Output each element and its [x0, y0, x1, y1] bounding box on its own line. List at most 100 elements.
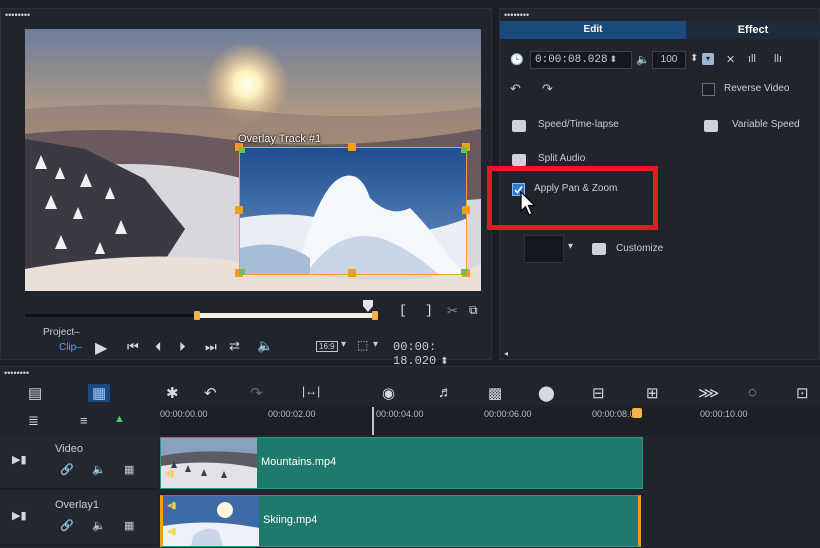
auto-music-icon[interactable]: ▩ [488, 384, 502, 402]
redo-icon[interactable]: ↷ [250, 384, 263, 402]
project-label-text: Project [43, 327, 75, 338]
customize-icon[interactable] [592, 243, 606, 255]
clip-label-text: Clip [59, 342, 77, 353]
trim-start-handle[interactable] [194, 311, 200, 320]
chevron-down-icon[interactable]: ▾ [373, 339, 378, 350]
add-track-icon[interactable]: ≡ [80, 413, 88, 428]
ruler-tick: 00:00:10.00 [700, 409, 748, 419]
track-headers: ▶▮ Video 🔗 🔈 ▦ ▶▮ Overlay1 🔗 🔈 ▦ [0, 435, 158, 548]
record-capture-icon[interactable]: ◉ [382, 384, 395, 402]
ripple-edit-icon[interactable]: ▲ [114, 413, 125, 425]
panel-grip[interactable]: •••••••• [504, 11, 529, 20]
corner-handle[interactable] [239, 269, 245, 275]
track-name: Overlay1 [55, 499, 100, 511]
multi-camera-icon[interactable]: ⊞ [646, 384, 659, 402]
volume-icon[interactable]: 🔈 [92, 463, 106, 476]
resize-handle[interactable] [235, 206, 243, 214]
tab-effect[interactable]: Effect [686, 21, 820, 39]
highlight-box [487, 166, 658, 230]
ruler-tick: 00:00:00.00 [160, 409, 208, 419]
next-frame-icon[interactable]: ⏵ [179, 339, 186, 355]
variable-speed-button[interactable]: Variable Speed [732, 119, 800, 130]
chevron-down-icon[interactable]: ▾ [341, 339, 346, 350]
timecode-field[interactable]: 00:00: 18.020 ⬍ [393, 340, 483, 368]
split-clip-icon[interactable]: ✂ [447, 303, 458, 319]
panel-grip[interactable]: •••••••• [4, 369, 29, 378]
corner-handle[interactable] [461, 147, 467, 153]
corner-handle[interactable] [239, 147, 245, 153]
playhead-marker-icon[interactable] [632, 408, 642, 418]
timeline-view-icon[interactable]: ▦ [88, 384, 111, 402]
customize-button[interactable]: Customize [616, 243, 663, 254]
panel-grip[interactable]: •••••••• [5, 11, 30, 20]
link-icon[interactable]: 🔗 [60, 519, 74, 532]
tools-icon[interactable]: ✱ [166, 384, 179, 402]
video-track-header[interactable]: ▶▮ Video 🔗 🔈 ▦ [0, 435, 158, 489]
go-to-end-icon[interactable]: ⏭ [205, 339, 217, 355]
fade-out-icon[interactable]: llı [774, 53, 782, 65]
duration-field[interactable]: 0:00:08.028 ⬍ [530, 51, 632, 69]
play-icon[interactable]: ▶ [95, 338, 107, 358]
fade-in-icon[interactable]: ıll [748, 53, 756, 65]
time-remapping-icon[interactable]: ⋙ [698, 384, 719, 402]
copy-icon[interactable]: ⧉ [469, 303, 478, 318]
volume-stepper[interactable]: ⬍ [690, 53, 698, 64]
resize-handle[interactable] [348, 269, 356, 277]
overlay-track-header[interactable]: ▶▮ Overlay1 🔗 🔈 ▦ [0, 491, 158, 545]
volume-dropdown-icon[interactable]: ▾ [702, 53, 714, 65]
rotate-left-icon[interactable]: ↶ [510, 81, 521, 97]
aspect-ratio-button[interactable]: 16:9 [316, 341, 338, 352]
playhead-line[interactable] [372, 407, 374, 435]
resize-handle[interactable] [462, 206, 470, 214]
preset-dropdown-icon[interactable]: ▾ [568, 241, 573, 252]
subtitle-editor-icon[interactable]: ⊟ [592, 384, 605, 402]
grid-icon[interactable]: ▦ [124, 463, 134, 476]
track-manager-icon[interactable]: ≣ [28, 413, 39, 429]
tab-edit[interactable]: Edit [500, 21, 686, 39]
clip-mode-label[interactable]: Clip– [59, 342, 82, 353]
link-icon[interactable]: 🔗 [60, 463, 74, 476]
volume-icon[interactable]: 🔈 [257, 338, 273, 354]
corner-handle[interactable] [461, 269, 467, 275]
mark-out-button[interactable]: ] [425, 303, 433, 318]
split-audio-icon[interactable] [512, 154, 526, 166]
volume-input[interactable]: 100 [652, 51, 686, 69]
speed-timelapse-icon[interactable] [512, 120, 526, 132]
storyboard-view-icon[interactable]: ▤ [28, 384, 42, 402]
variable-speed-icon[interactable] [704, 120, 718, 132]
rotate-right-icon[interactable]: ↷ [542, 81, 553, 97]
stepper-icon[interactable]: ⬍ [610, 55, 618, 65]
volume-icon[interactable]: 🔈 [92, 519, 106, 532]
timeline-ruler[interactable]: 00:00:00.00 00:00:02.00 00:00:04.00 00:0… [160, 407, 820, 435]
clip-thumbnail [163, 496, 259, 546]
undo-icon[interactable]: ↶ [204, 384, 217, 402]
overlay-clip[interactable]: ◂▮ ◂▮ Skiing.mp4 [160, 495, 641, 547]
resize-mode-icon[interactable]: ⬚ [357, 338, 368, 352]
video-editor-window: •••••••• Overlay Track #1 [] ✂ ⧉ Projec… [0, 0, 820, 548]
motion-tracking-icon[interactable]: ⬤ [538, 384, 555, 402]
resize-handle[interactable] [348, 143, 356, 151]
overlay-track-frame[interactable] [239, 147, 467, 275]
mark-in-button[interactable]: [ [399, 303, 407, 318]
grid-icon[interactable]: ▦ [124, 519, 134, 532]
playhead-icon[interactable] [363, 300, 373, 314]
trim-selection[interactable] [196, 313, 376, 318]
reverse-video-checkbox[interactable] [702, 83, 715, 96]
ruler-tick: 00:00:06.00 [484, 409, 532, 419]
split-audio-button[interactable]: Split Audio [538, 153, 585, 164]
repeat-icon[interactable]: ⇄ [229, 338, 240, 354]
pan-zoom-icon[interactable]: ⊡ [796, 384, 809, 402]
video-clip[interactable]: ◂▮ Mountains.mp4 [160, 437, 643, 489]
collapse-panel-icon[interactable]: ◂ [504, 349, 508, 358]
speed-timelapse-button[interactable]: Speed/Time-lapse [538, 119, 619, 130]
sound-mixer-icon[interactable]: ♬ [438, 384, 453, 401]
preview-canvas[interactable]: Overlay Track #1 [25, 29, 481, 291]
mask-creator-icon[interactable]: ◌ [748, 384, 757, 401]
audio-indicator-icon: ◂▮ [165, 468, 175, 478]
fit-timeline-icon[interactable]: |↔| [302, 384, 320, 398]
go-to-start-icon[interactable]: ⏮ [127, 339, 139, 355]
project-mode-label[interactable]: Project– [43, 327, 80, 338]
pan-zoom-preset-thumbnail[interactable] [524, 235, 564, 263]
previous-frame-icon[interactable]: ⏴ [155, 339, 162, 355]
mute-icon[interactable]: ✕ [726, 53, 735, 66]
